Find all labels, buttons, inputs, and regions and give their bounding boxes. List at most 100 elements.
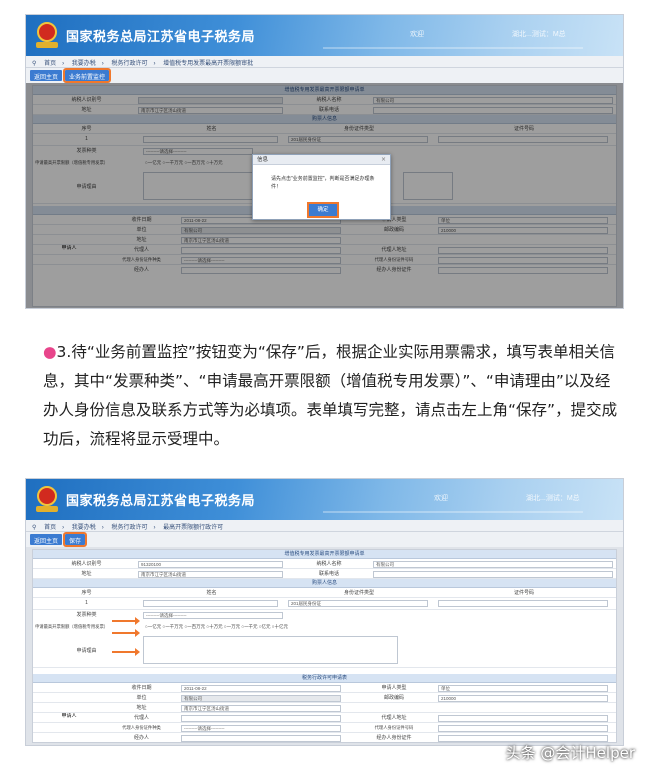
dialog-title: 信息 <box>253 155 390 165</box>
applicant-type-label: 申请人类型 <box>381 685 407 691</box>
reason-textarea[interactable] <box>143 636 398 664</box>
welcome-text: 欢迎 <box>410 31 424 38</box>
address-field: 南京市江宁区汤山街道 <box>138 571 283 578</box>
ok-button[interactable]: 确定 <box>307 202 339 218</box>
user-info[interactable]: 湖北...测试：M总 <box>526 493 580 503</box>
watermark: 头条 @会计Helper <box>505 744 635 762</box>
breadcrumb-current: 最高开票限额行政许可 <box>163 525 224 531</box>
agent-row-no: 1 <box>85 600 88 606</box>
breadcrumb-home[interactable]: 首页 <box>44 61 56 67</box>
home-button[interactable]: 返回主页 <box>30 70 63 81</box>
postcode-field[interactable]: 210000 <box>438 695 608 702</box>
agent-header-row: 序号 姓名 身份证件类型 证件号码 <box>33 588 616 598</box>
handler-field[interactable] <box>181 735 341 742</box>
contact-field[interactable] <box>373 571 613 578</box>
instruction-text: 3.待“业务前置监控”按钮变为“保存”后，根据企业实际用票需求，填写表单相关信息… <box>43 343 618 448</box>
rep-id-no-field[interactable] <box>438 725 608 732</box>
info-dialog: 信息 × 请先点击"业务前置监控"，判断是否满足办理条件！ 确定 <box>252 154 391 220</box>
breadcrumb-home[interactable]: 首页 <box>44 525 56 531</box>
breadcrumb: ⚲ 首页 › 我要办税 › 税务行政许可 › 最高开票限额行政许可 <box>26 520 623 532</box>
limit-radio-group[interactable]: ○一亿元 ○一千万元 ○一百万元 ○十万元 ○一万元 ○一千元 ○亿元 ○十亿元 <box>143 622 403 632</box>
limit-label: 申请最高开票限额（增值税专用发票） <box>35 624 109 629</box>
license-row: 代理人 代理人地址 <box>33 713 616 723</box>
breadcrumb: ⚲ 首页 › 我要办税 › 税务行政许可 › 增值税专用发票最高开票限额审批 <box>26 56 623 68</box>
rep-id-type-label: 代理人身份证件种类 <box>122 725 161 730</box>
applicant-type-select[interactable]: 单位 <box>438 685 608 692</box>
handler-id-label: 经办人身份证件 <box>376 735 412 741</box>
form-row: 地址 南京市江宁区汤山街道 联系电话 <box>33 569 616 579</box>
license-table: 申请人 收件日期 2011-08-22 申请人类型 单位 单位 有限公司 邮政编… <box>33 683 616 743</box>
rep-id-no-label: 代理人身份证件号码 <box>374 725 414 730</box>
instruction-paragraph: ●3.待“业务前置监控”按钮变为“保存”后，根据企业实际用票需求，填写表单相关信… <box>43 338 623 454</box>
date-field[interactable]: 2011-08-22 <box>181 685 341 692</box>
col-no: 序号 <box>81 590 92 596</box>
site-banner: 国家税务总局江苏省电子税务局 欢迎 湖北...测试：M总 <box>26 479 623 520</box>
rep-label: 代理人 <box>133 715 149 721</box>
save-button[interactable]: 保存 <box>63 532 88 547</box>
breadcrumb-current: 增值税专用发票最高开票限额审批 <box>163 61 254 67</box>
unit-label: 单位 <box>136 695 147 701</box>
agent-id-input[interactable] <box>438 600 608 607</box>
toolbar: 返回主页 保存 <box>26 532 623 547</box>
dialog-message: 请先点击"业务前置监控"，判断是否满足办理条件！ <box>271 176 375 190</box>
form-title: 增值税专用发票最高开票限额申请单 <box>33 550 616 559</box>
agent-section-title: 购票人信息 <box>33 579 616 588</box>
arrow-reason <box>112 648 140 656</box>
location-pin-icon: ⚲ <box>32 61 37 67</box>
bullet-icon: ● <box>43 343 57 361</box>
handler-id-field[interactable] <box>438 735 608 742</box>
taxpayer-name-field: 有限公司 <box>373 561 613 568</box>
license-row: 单位 有限公司 邮政编码 210000 <box>33 693 616 703</box>
license-row: 地址 南京市江宁区汤山街道 <box>33 703 616 713</box>
site-title: 国家税务总局江苏省电子税务局 <box>66 493 256 508</box>
unit-field: 有限公司 <box>181 695 341 702</box>
date-label: 收件日期 <box>131 685 152 691</box>
invoice-type-select[interactable]: ---------请选择--------- <box>143 612 283 619</box>
page-root: 国家税务总局江苏省电子税务局 欢迎 湖北...测试：M总 ⚲ 首页 › 我要办税 ›… <box>0 0 649 772</box>
screenshot-1: 国家税务总局江苏省电子税务局 欢迎 湖北...测试：M总 ⚲ 首页 › 我要办税 ›… <box>25 14 624 309</box>
location-pin-icon: ⚲ <box>32 525 37 531</box>
breadcrumb-license[interactable]: 税务行政许可 <box>111 525 147 531</box>
breadcrumb-tax[interactable]: 我要办税 <box>72 525 96 531</box>
rep-addr-label: 代理人地址 <box>381 715 407 721</box>
license-section-title: 税务行政许可申请表 <box>33 674 616 683</box>
license-row: 代理人身份证件种类 ---------请选择--------- 代理人身份证件号… <box>33 723 616 733</box>
tax-emblem-icon <box>34 484 60 514</box>
col-id-type: 身份证件类型 <box>343 590 374 596</box>
business-monitor-button[interactable]: 业务前置监控 <box>63 68 112 83</box>
address-label: 地址 <box>81 571 92 577</box>
contact-label: 联系电话 <box>318 571 339 577</box>
close-icon[interactable]: × <box>381 155 386 165</box>
taxpayer-id-label: 纳税人识别号 <box>71 561 102 567</box>
addr2-field: 南京市江宁区汤山街道 <box>181 705 341 712</box>
toolbar: 返回主页 业务前置监控 <box>26 68 623 83</box>
tax-emblem-icon <box>34 20 60 50</box>
rep-field[interactable] <box>181 715 341 722</box>
arrow-limit <box>112 629 140 637</box>
license-row: 收件日期 2011-08-22 申请人类型 单位 <box>33 683 616 693</box>
screenshot-2: 国家税务总局江苏省电子税务局 欢迎 湖北...测试：M总 ⚲ 首页 › 我要办税 ›… <box>25 478 624 746</box>
breadcrumb-license[interactable]: 税务行政许可 <box>111 61 147 67</box>
col-name: 姓名 <box>206 590 217 596</box>
handler-label: 经办人 <box>133 735 149 741</box>
col-id-no: 证件号码 <box>513 590 534 596</box>
application-form: 增值税专用发票最高开票限额申请单 纳税人识别号 91320100 纳税人名称 有… <box>32 549 617 743</box>
addr2-label: 地址 <box>136 705 147 711</box>
home-button[interactable]: 返回主页 <box>30 534 63 545</box>
rep-addr-field[interactable] <box>438 715 608 722</box>
agent-row: 1 201居民身份证 <box>33 598 616 610</box>
site-title: 国家税务总局江苏省电子税务局 <box>66 29 256 44</box>
arrow-invoice-type <box>112 617 140 625</box>
rep-id-type-select[interactable]: ---------请选择--------- <box>181 725 341 732</box>
site-banner: 国家税务总局江苏省电子税务局 欢迎 湖北...测试：M总 <box>26 15 623 56</box>
taxpayer-name-label: 纳税人名称 <box>316 561 342 567</box>
agent-name-input[interactable] <box>143 600 278 607</box>
breadcrumb-tax[interactable]: 我要办税 <box>72 61 96 67</box>
taxpayer-id-field: 91320100 <box>138 561 283 568</box>
user-info[interactable]: 湖北...测试：M总 <box>512 29 566 39</box>
welcome-text: 欢迎 <box>434 495 448 502</box>
agent-id-type-select[interactable]: 201居民身份证 <box>288 600 428 607</box>
postcode-label: 邮政编码 <box>383 695 404 701</box>
form-row: 纳税人识别号 91320100 纳税人名称 有限公司 <box>33 559 616 569</box>
invoice-type-label: 发票种类 <box>76 612 97 618</box>
